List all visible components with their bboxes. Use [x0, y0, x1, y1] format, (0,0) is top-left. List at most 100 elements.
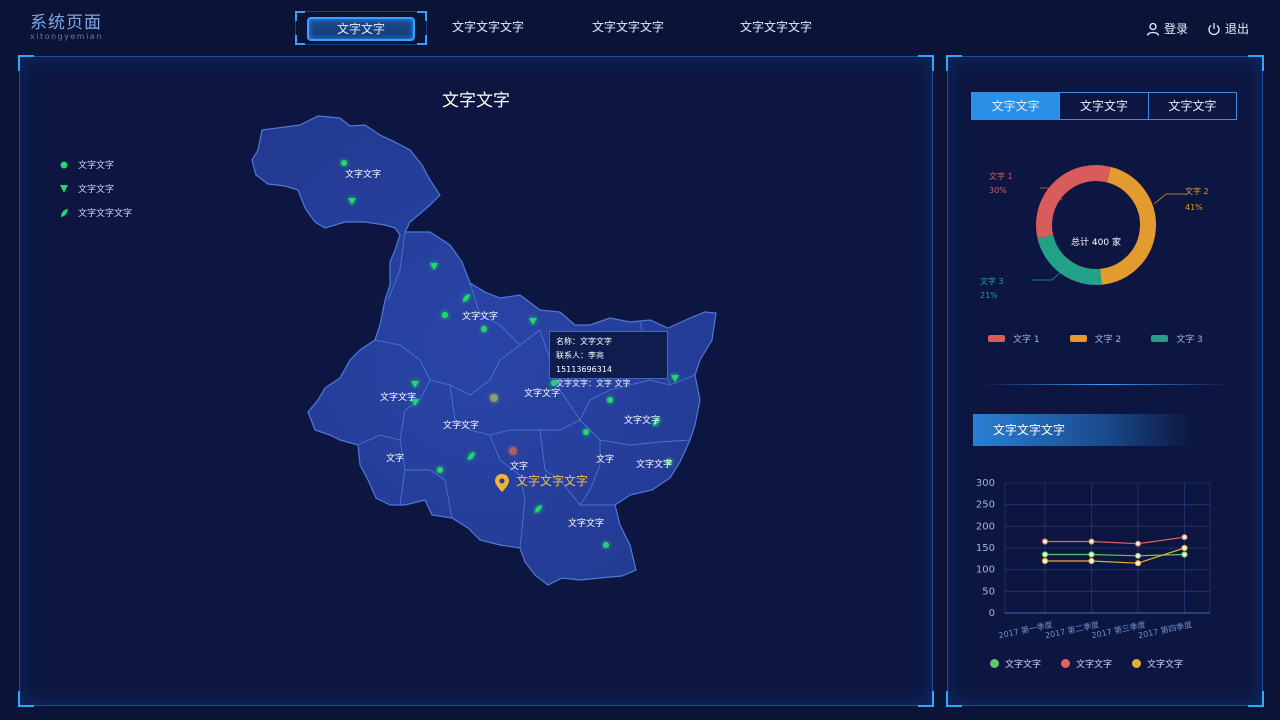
- legend-label: 文字文字: [1005, 660, 1042, 670]
- y-tick-label: 0: [989, 608, 995, 619]
- tooltip-contact: 联系人：李亮 15113696314: [556, 351, 612, 374]
- region-label: 文字: [596, 455, 615, 465]
- y-tick-label: 100: [976, 565, 995, 576]
- dot-marker: [481, 326, 487, 332]
- donut-label-2: 文字 2: [1185, 186, 1209, 196]
- region-label: 文字文字: [568, 519, 605, 529]
- map-title: 文字文字: [442, 91, 510, 111]
- donut-chart: 总计 400 家 文字 1 30% 文字 2 41% 文字 3 21%: [980, 165, 1209, 300]
- y-tick-label: 200: [976, 521, 995, 532]
- donut-slice-1[interactable]: [1036, 165, 1111, 239]
- series-point[interactable]: [1041, 538, 1049, 545]
- region-label: 文字: [510, 462, 529, 472]
- side-tab-1[interactable]: 文字文字: [972, 93, 1061, 119]
- legend-label: 文字文字: [1147, 660, 1184, 670]
- map-legend-triangle[interactable]: 文字文字: [60, 182, 114, 195]
- donut-center-label: 总计 400 家: [1071, 236, 1121, 248]
- side-tab-2[interactable]: 文字文字: [1060, 93, 1149, 119]
- dot-marker: [603, 542, 609, 548]
- legend-label: 文字 3: [1176, 335, 1203, 345]
- donut-legend-item-3[interactable]: 文字 3: [1151, 332, 1203, 345]
- y-tick-label: 250: [976, 500, 995, 511]
- logout-label: 退出: [1225, 22, 1250, 36]
- legend-label: 文字文字: [1076, 660, 1113, 670]
- donut-legend-item-1[interactable]: 文字 1: [988, 332, 1040, 345]
- legend-label: 文字文字: [78, 185, 115, 195]
- nav-tab-3[interactable]: 文字文字文字: [580, 17, 676, 37]
- nav-tab-2[interactable]: 文字文字文字: [440, 17, 536, 37]
- series-point[interactable]: [1041, 557, 1049, 565]
- region-label: 文字文字: [345, 170, 382, 180]
- side-tab-group: 文字文字 文字文字 文字文字: [971, 92, 1237, 120]
- region-label: 文字文字: [443, 421, 480, 431]
- y-tick-label: 300: [976, 478, 995, 489]
- series-point[interactable]: [1181, 551, 1188, 558]
- legend-label: 文字文字: [78, 161, 115, 171]
- brand-subtitle: xitongyemian: [30, 32, 103, 41]
- power-icon: [1208, 22, 1220, 35]
- section-title: 文字文字文字: [973, 414, 1193, 446]
- donut-value-3: 21%: [980, 291, 998, 300]
- nav-tab-1[interactable]: 文字文字: [307, 17, 415, 41]
- legend-label: 文字 2: [1094, 335, 1122, 345]
- line-legend-item-3[interactable]: 文字文字: [1132, 657, 1183, 670]
- series-point[interactable]: [1088, 551, 1095, 558]
- leaf-icon: [61, 208, 68, 217]
- region-label: 文字文字: [636, 460, 673, 470]
- series-point[interactable]: [1181, 544, 1188, 552]
- region-label: 文字文字: [380, 393, 417, 403]
- region-label: 文字: [386, 454, 405, 464]
- series-point[interactable]: [1181, 534, 1188, 541]
- region-label: 文字文字: [462, 312, 499, 322]
- map-tooltip: 名称：文字文字 联系人：李亮 15113696314 文字文字：文字 文字: [549, 331, 668, 388]
- map-legend-dot[interactable]: 文字文字: [60, 158, 114, 171]
- series-point[interactable]: [1041, 551, 1049, 558]
- donut-label-1: 文字 1: [989, 171, 1013, 181]
- nav-tab-4[interactable]: 文字文字文字: [728, 17, 824, 37]
- legend-label: 文字文字文字: [78, 209, 133, 219]
- y-tick-label: 150: [976, 543, 995, 554]
- logout-button[interactable]: 退出: [1207, 20, 1249, 37]
- region-label: 文字文字: [624, 416, 661, 426]
- tooltip-extra: 文字文字：文字 文字: [556, 379, 631, 388]
- series-point[interactable]: [1134, 540, 1142, 547]
- x-tick-label: 2017 第四季度: [1137, 619, 1193, 640]
- marker-label: 文字文字文字: [516, 474, 589, 488]
- series-point[interactable]: [1088, 538, 1095, 545]
- line-legend-item-1[interactable]: 文字文字: [990, 657, 1041, 670]
- line-legend: 文字文字 文字文字 文字文字: [990, 657, 1183, 670]
- donut-slice-2[interactable]: [1099, 166, 1156, 285]
- dot-marker: [442, 312, 448, 318]
- line-legend-item-2[interactable]: 文字文字: [1061, 657, 1112, 670]
- region-label: 文字文字: [524, 389, 561, 399]
- login-button[interactable]: 登录: [1146, 20, 1188, 37]
- dot-marker: [583, 429, 589, 435]
- series-point[interactable]: [1134, 552, 1142, 559]
- donut-legend: 文字 1 文字 2 文字 3: [988, 332, 1203, 345]
- donut-value-2: 41%: [1185, 203, 1203, 212]
- user-icon: [1146, 22, 1160, 36]
- donut-leader-2: [1153, 193, 1186, 205]
- y-tick-label: 50: [982, 586, 995, 597]
- dot-marker: [509, 447, 517, 455]
- line-chart: 050100150200250300 2017 第一季度2017 第二季度201…: [976, 478, 1211, 640]
- divider: [980, 384, 1230, 385]
- map-legend-leaf[interactable]: 文字文字文字: [60, 206, 132, 219]
- series-point[interactable]: [1134, 560, 1142, 567]
- series-line-2: [1045, 536, 1185, 545]
- legend-label: 文字 1: [1013, 335, 1040, 345]
- circle-icon: [60, 161, 68, 168]
- donut-label-3: 文字 3: [980, 276, 1004, 286]
- side-tab-3[interactable]: 文字文字: [1149, 93, 1236, 119]
- dot-marker: [341, 160, 347, 166]
- brand-title: 系统页面: [30, 13, 102, 33]
- donut-legend-item-2[interactable]: 文字 2: [1069, 332, 1122, 345]
- series-point[interactable]: [1088, 557, 1095, 565]
- donut-value-1: 30%: [989, 186, 1007, 195]
- dot-marker: [437, 467, 443, 473]
- dot-marker: [607, 397, 613, 403]
- tooltip-name: 名称：文字文字: [556, 337, 612, 346]
- dot-marker: [490, 394, 498, 402]
- login-label: 登录: [1164, 22, 1189, 36]
- triangle-icon: [60, 184, 68, 193]
